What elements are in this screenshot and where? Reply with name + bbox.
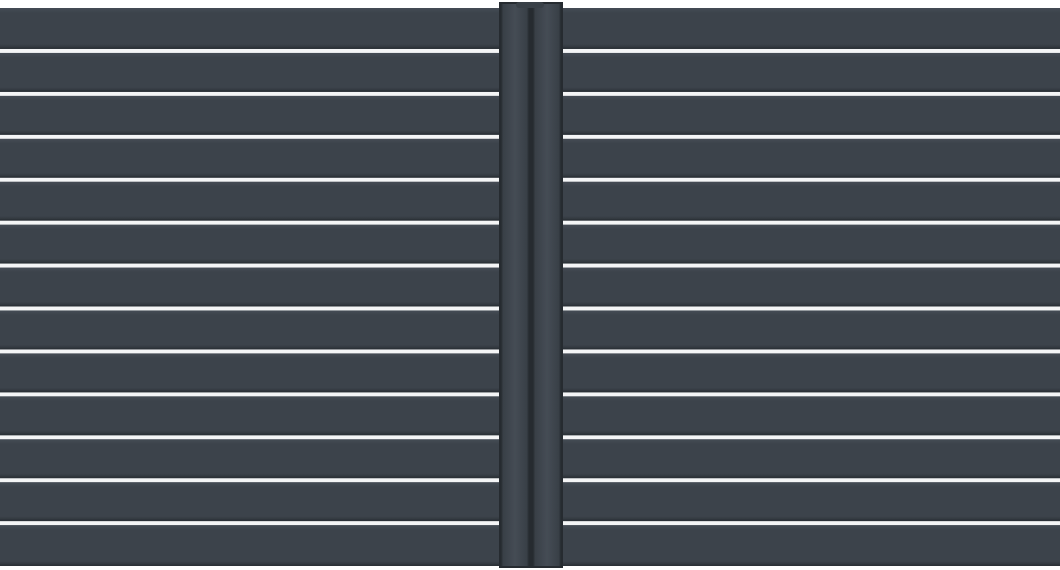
center-post [499,2,563,568]
left-slat-edge [0,304,500,307]
left-slat [0,482,500,522]
right-slat [562,482,1060,522]
left-slat [0,353,500,393]
post-profile-right [533,4,561,566]
left-slat-edge [0,47,500,49]
right-slat [562,353,1060,393]
right-slat [562,267,1060,307]
left-slat [0,396,500,436]
left-slat-edge [0,262,500,264]
left-slat [0,310,500,350]
right-slat [562,224,1060,264]
left-gate-leaf [0,8,500,566]
right-slat-edge [562,219,1060,221]
left-slat-edge [0,219,500,221]
post-seam [529,4,533,566]
right-slat-edge [562,90,1060,92]
left-slat-edge [0,90,500,92]
left-slat-edge [0,176,500,178]
right-slat-edge [562,262,1060,264]
right-slat-edge [562,433,1060,436]
right-slat-edge [562,564,1060,566]
left-slat [0,95,500,135]
right-slat [562,396,1060,436]
right-slat [562,525,1060,566]
left-slat [0,138,500,178]
right-gate-leaf [562,8,1060,566]
right-slat [562,8,1060,49]
right-slat-edge [562,347,1060,350]
left-slat [0,52,500,92]
left-slat-edge [0,133,500,135]
right-slat [562,181,1060,221]
left-slat-edge [0,433,500,436]
left-slat [0,224,500,264]
right-slat-edge [562,47,1060,49]
left-slat-edge [0,390,500,393]
right-slat-edge [562,176,1060,178]
right-slat [562,310,1060,350]
right-slat-edge [562,476,1060,479]
left-slat [0,525,500,566]
right-slat-edge [562,519,1060,522]
left-slat [0,181,500,221]
right-slat [562,95,1060,135]
left-slat-edge [0,347,500,350]
right-slat [562,52,1060,92]
right-slat [562,439,1060,479]
gate-photo [0,2,1060,568]
left-slat-edge [0,564,500,566]
right-slat-edge [562,304,1060,307]
right-slat-edge [562,390,1060,393]
left-slat [0,8,500,49]
left-slat-edge [0,519,500,522]
right-slat-edge [562,133,1060,135]
right-slat [562,138,1060,178]
post-cap [516,2,544,8]
left-slat [0,439,500,479]
left-slat-edge [0,476,500,479]
left-slat [0,267,500,307]
post-profile-left [501,4,529,566]
